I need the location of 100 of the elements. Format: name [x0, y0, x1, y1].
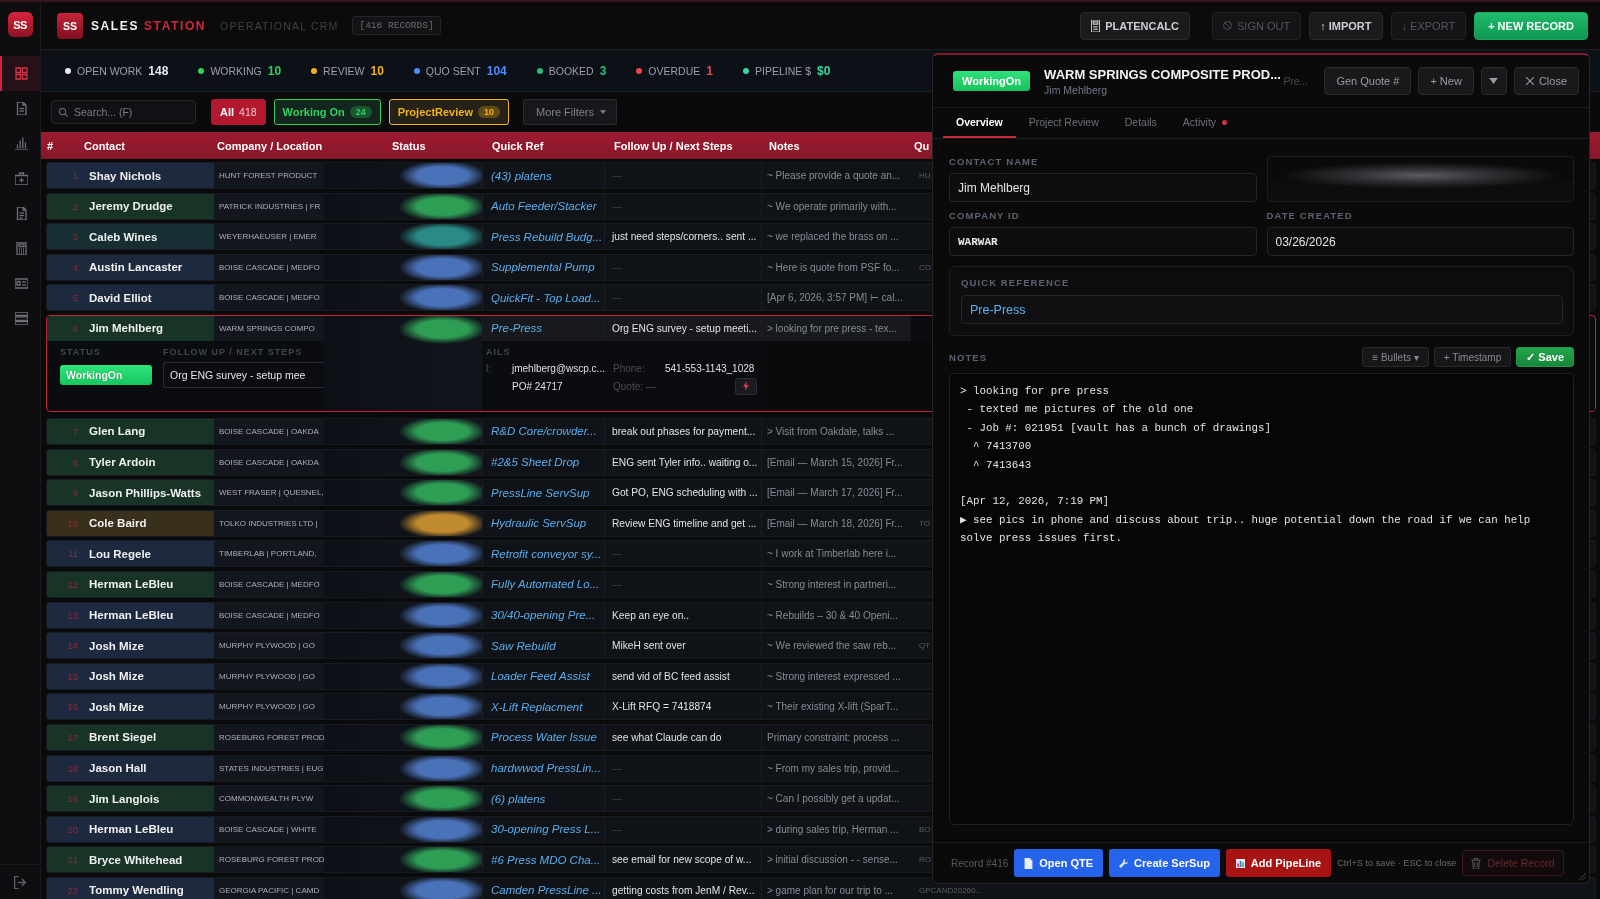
company-location: WARM SPRINGS COMPO: [219, 323, 315, 333]
tab[interactable]: Overview: [943, 108, 1016, 138]
company-location: COMMONWEALTH PLYW: [219, 794, 314, 804]
company-location: MURPHY PLYWOOD | GO: [219, 671, 315, 681]
row-number: 7: [72, 425, 78, 437]
company-id-input[interactable]: WARWAR: [949, 227, 1257, 256]
row-number: 10: [67, 517, 78, 529]
save-button[interactable]: ✓ Save: [1516, 347, 1574, 367]
quick-action-button[interactable]: [735, 377, 757, 395]
row-number: 22: [67, 884, 78, 896]
column-header[interactable]: Company / Location: [217, 139, 323, 152]
stat-value: 10: [267, 63, 282, 78]
stat-label: BOOKED: [548, 64, 594, 77]
notes-tool-button[interactable]: + Timestamp: [1433, 347, 1512, 367]
header-button[interactable]: ↑ IMPORT: [1309, 11, 1383, 40]
follow-up-text: MikeH sent over: [612, 640, 686, 652]
notes-tool-button[interactable]: ≡ Bullets ▾: [1362, 347, 1429, 367]
column-header[interactable]: Notes: [769, 139, 800, 152]
stat-label: OPEN WORK: [77, 64, 143, 77]
notes-textarea[interactable]: > looking for pre press - texted me pictures of the old one - Job #: 021951 [vault has a bunch of drawings] ^ 7413700 ^ 7413643 [Apr 12, 2026, 7:19 PM] ▶ see pics in phone and discuss about trip.. huge potential down the road if we can help solve press issues first.: [949, 373, 1574, 825]
bar-chart-icon: [1235, 857, 1245, 869]
record-number: Record #416: [951, 857, 1009, 869]
contact-name: Herman LeBleu: [89, 578, 174, 591]
row-number: 15: [67, 670, 78, 682]
company-location: BOISE CASCADE | MEDFO: [219, 610, 320, 620]
column-header[interactable]: Quick Ref: [492, 139, 544, 152]
quick-ref-text: hardwwod PressLin...: [491, 762, 601, 774]
follow-up-text: just need steps/corners.. sent ...: [612, 231, 757, 243]
stat-value: 3: [599, 63, 607, 78]
quick-reference-input[interactable]: Pre-Press: [961, 295, 1563, 324]
quick-ref-text: 30-opening Press L...: [491, 823, 601, 836]
email-text: jmehlberg@wscp.c...: [512, 362, 606, 374]
quick-ref-text: Retrofit conveyor sy...: [491, 547, 602, 560]
lightning-icon: [743, 381, 749, 392]
contact-name: Josh Mize: [89, 670, 144, 683]
search-field[interactable]: Search... (F): [51, 100, 196, 124]
header-button[interactable]: Gen Quote #: [1324, 67, 1412, 95]
notes-text: ~ From my sales trip, provid...: [767, 762, 899, 774]
contact-name: David Elliot: [89, 291, 152, 304]
follow-up-text: getting costs from JenM / Rev...: [612, 884, 755, 896]
row-number: 6: [72, 322, 78, 334]
row-number: 4: [72, 261, 78, 273]
follow-up-text: —: [612, 200, 623, 212]
resize-grip-icon[interactable]: [1579, 873, 1586, 880]
calculator-icon: [1091, 19, 1101, 32]
contact-name: Lou Regele: [89, 547, 151, 560]
row-number: 18: [67, 762, 78, 774]
column-header[interactable]: #: [47, 139, 54, 152]
column-header[interactable]: Follow Up / Next Steps: [614, 139, 733, 152]
filter-chip[interactable]: Working On 24: [273, 99, 381, 125]
company-location: BOISE CASCADE | OAKDA: [219, 457, 319, 467]
brand-name: SALES: [91, 18, 139, 33]
contact-name: Jeremy Drudge: [89, 200, 173, 213]
document-icon: [14, 207, 28, 220]
quick-ref-text: Supplemental Pump: [491, 261, 595, 274]
quick-ref-text: X-Lift Replacment: [491, 700, 583, 713]
field-label: DATE CREATED: [1266, 210, 1354, 221]
row-number: 19: [67, 793, 78, 805]
notes-text: ~ Here is quote from PSF fo...: [767, 261, 900, 273]
calculator-tool-button[interactable]: PLATENCALC: [1080, 11, 1190, 40]
quick-ref-text: Auto Feeder/Stacker: [491, 200, 597, 213]
action-button[interactable]: Add PipeLine: [1225, 849, 1332, 877]
quick-ref-text: Hydraulic ServSup: [491, 517, 587, 530]
stat-label: OVERDUE: [648, 64, 701, 77]
follow-up-input[interactable]: Org ENG survey - setup mee: [163, 361, 324, 388]
row-number: 3: [72, 231, 78, 243]
column-header[interactable]: Contact: [84, 139, 125, 152]
column-header[interactable]: Status: [392, 139, 426, 152]
tab[interactable]: Project Review: [1015, 108, 1112, 138]
tab[interactable]: Details: [1111, 108, 1170, 138]
filter-chip[interactable]: ProjectReview 10: [388, 99, 509, 125]
contact-name-input[interactable]: Jim Mehlberg: [949, 173, 1257, 202]
quick-ref-text: Press Rebuild Budg...: [491, 230, 603, 243]
notes-text: > looking for pre press - tex...: [767, 322, 897, 334]
company-location: BOISE CASCADE | OAKDA: [219, 426, 319, 436]
wrench-icon: [1119, 857, 1129, 869]
tab[interactable]: Activity: [1169, 108, 1241, 138]
contact-name: Herman LeBleu: [89, 823, 174, 836]
header-button[interactable]: + New: [1418, 67, 1474, 95]
search-icon: [59, 107, 68, 117]
row-number: 16: [67, 701, 78, 713]
filter-chip[interactable]: All 418: [211, 99, 266, 125]
notes-text: ~ Strong interest expressed ...: [767, 670, 901, 682]
quick-ref-text: 30/40-opening Pre...: [491, 609, 596, 622]
company-location: BOISE CASCADE | MEDFO: [219, 579, 320, 589]
action-button[interactable]: Open QTE: [1014, 849, 1104, 877]
contact-name: Brent Siegel: [89, 731, 157, 744]
contact-name: Josh Mize: [89, 639, 144, 652]
field-label: STATUS: [60, 346, 102, 357]
more-filters-button[interactable]: More Filters: [522, 99, 618, 125]
contact-name: Jim Mehlberg: [89, 322, 164, 335]
nav-button[interactable]: [0, 56, 40, 91]
action-button[interactable]: Create SerSup: [1109, 849, 1220, 877]
column-header[interactable]: Qu: [914, 139, 930, 152]
logout-icon[interactable]: [13, 875, 27, 889]
date-input[interactable]: 03/26/2026: [1266, 227, 1574, 256]
dropdown-button[interactable]: [1480, 67, 1507, 95]
company-location: MURPHY PLYWOOD | GO: [219, 641, 315, 651]
stat-label: REVIEW: [323, 64, 365, 77]
close-button[interactable]: Close: [1513, 67, 1579, 95]
